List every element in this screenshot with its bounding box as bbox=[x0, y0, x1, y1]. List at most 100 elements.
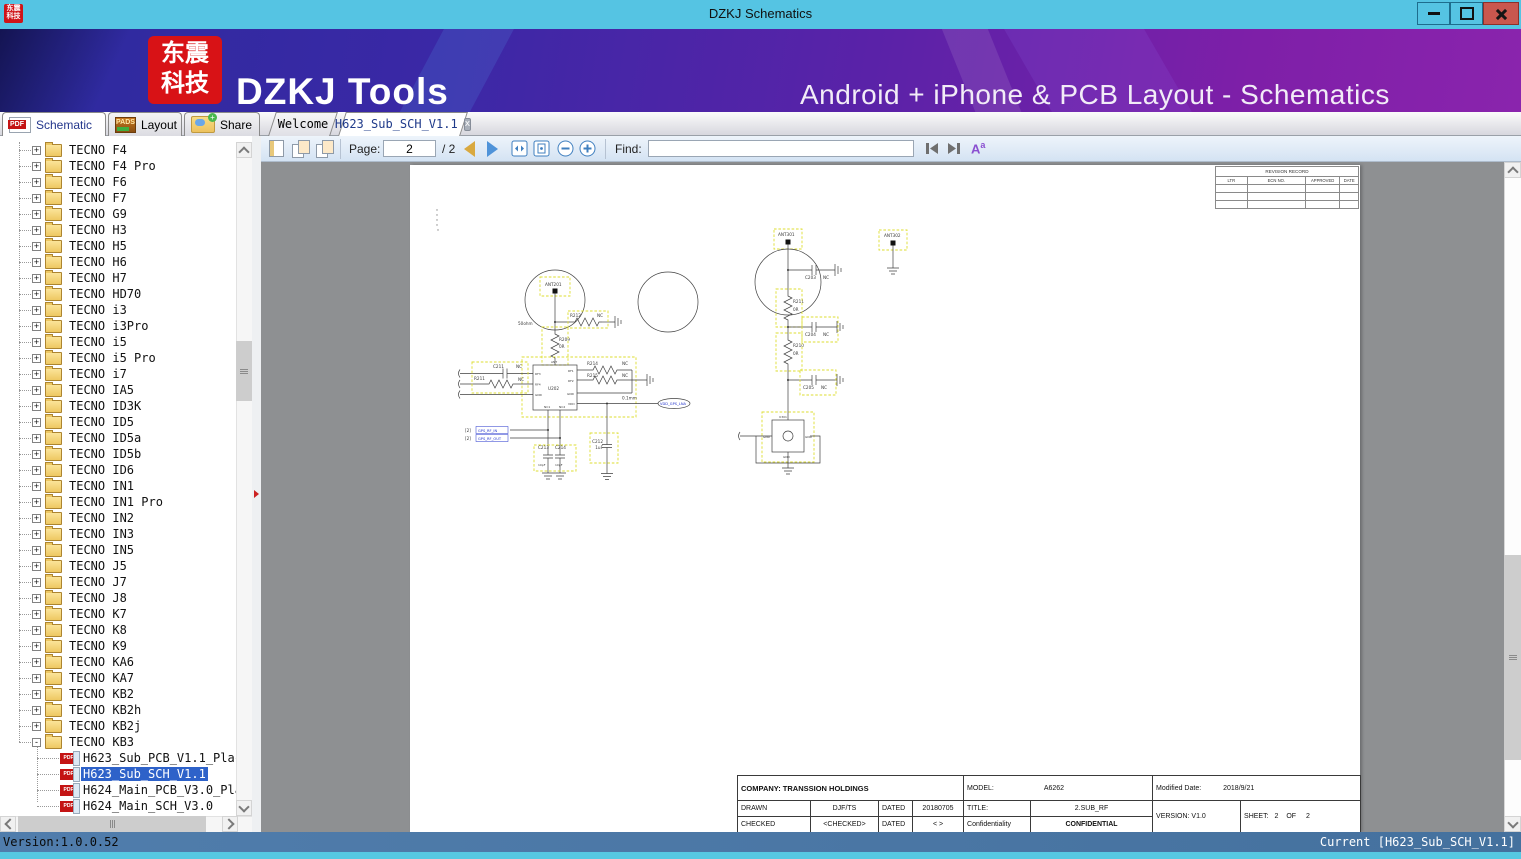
tree-item[interactable]: + TECNO IA5 bbox=[0, 381, 236, 398]
tree-item[interactable]: PDFH624_Main_PCB_V3.0_Placem bbox=[0, 782, 236, 798]
fit-width-button[interactable] bbox=[511, 140, 528, 157]
tree-item[interactable]: - TECNO KB3 bbox=[0, 733, 236, 750]
expand-box-icon[interactable]: + bbox=[32, 273, 41, 283]
expand-box-icon[interactable]: + bbox=[32, 465, 41, 475]
expand-box-icon[interactable]: + bbox=[32, 225, 41, 235]
tree-item[interactable]: + TECNO HD70 bbox=[0, 285, 236, 302]
scroll-up-button[interactable] bbox=[236, 142, 252, 158]
tree-item[interactable]: + TECNO ID6 bbox=[0, 461, 236, 478]
tree-item[interactable]: + TECNO IN1 Pro bbox=[0, 493, 236, 510]
tree-item[interactable]: + TECNO K9 bbox=[0, 637, 236, 654]
expand-box-icon[interactable]: + bbox=[32, 513, 41, 523]
tree-item[interactable]: PDF H623_Sub_SCH_V1.1 bbox=[0, 766, 236, 782]
expand-box-icon[interactable]: + bbox=[32, 433, 41, 443]
expand-box-icon[interactable]: + bbox=[32, 177, 41, 187]
expand-box-icon[interactable]: + bbox=[32, 481, 41, 491]
expand-box-icon[interactable]: + bbox=[32, 337, 41, 347]
document-properties-icon[interactable] bbox=[269, 140, 284, 157]
tree-vscrollbar[interactable] bbox=[236, 142, 252, 816]
expand-box-icon[interactable]: + bbox=[32, 417, 41, 427]
tree-item[interactable]: + TECNO KA7 bbox=[0, 669, 236, 686]
rotate-left-icon[interactable] bbox=[316, 140, 334, 158]
tree-item[interactable]: + TECNO KB2 bbox=[0, 685, 236, 702]
tree-item[interactable]: PDFH623_Sub_PCB_V1.1_Placeme bbox=[0, 750, 236, 766]
tree-item[interactable]: + TECNO ID5b bbox=[0, 445, 236, 462]
tree-hscroll-thumb[interactable] bbox=[18, 816, 206, 832]
tree-item[interactable]: + TECNO J5 bbox=[0, 557, 236, 574]
find-next-icon[interactable] bbox=[946, 142, 962, 155]
tree-item[interactable]: + TECNO G9 bbox=[0, 205, 236, 222]
expand-box-icon[interactable]: + bbox=[32, 593, 41, 603]
tree-item[interactable]: + TECNO ID5a bbox=[0, 429, 236, 446]
tree-item[interactable]: + TECNO F4 Pro bbox=[0, 157, 236, 174]
expand-box-icon[interactable]: + bbox=[32, 529, 41, 539]
expand-box-icon[interactable]: + bbox=[32, 721, 41, 731]
expand-box-icon[interactable]: + bbox=[32, 657, 41, 667]
maximize-button[interactable] bbox=[1450, 2, 1483, 25]
document-viewport[interactable]: ANT201 50ohm R212 NC R209 0R U202 ANT RF… bbox=[261, 162, 1521, 833]
expand-box-icon[interactable]: + bbox=[32, 209, 41, 219]
expand-box-icon[interactable]: + bbox=[32, 353, 41, 363]
match-case-icon[interactable]: Aa bbox=[971, 140, 985, 156]
zoom-out-button[interactable] bbox=[557, 140, 574, 157]
tree-item[interactable]: PDF H624_Main_SCH_V3.0 bbox=[0, 798, 236, 814]
tree-item[interactable]: + TECNO IN1 bbox=[0, 477, 236, 494]
tab-layout[interactable]: PADS Layout bbox=[108, 112, 182, 136]
tree-item[interactable]: + TECNO ID5 bbox=[0, 413, 236, 430]
tree-item[interactable]: + TECNO K7 bbox=[0, 605, 236, 622]
tab-share[interactable]: Share bbox=[184, 112, 260, 136]
find-previous-icon[interactable] bbox=[924, 142, 940, 155]
expand-box-icon[interactable]: + bbox=[32, 641, 41, 651]
expand-box-icon[interactable]: + bbox=[32, 561, 41, 571]
expand-box-icon[interactable]: + bbox=[32, 289, 41, 299]
rotate-right-icon[interactable] bbox=[292, 140, 310, 158]
tree-item[interactable]: + TECNO J8 bbox=[0, 589, 236, 606]
scroll-down-button[interactable] bbox=[236, 800, 252, 816]
expand-box-icon[interactable]: + bbox=[32, 321, 41, 331]
tree-item[interactable]: + TECNO i3Pro bbox=[0, 317, 236, 334]
minimize-button[interactable] bbox=[1417, 2, 1450, 25]
expand-box-icon[interactable]: + bbox=[32, 369, 41, 379]
tree-item[interactable]: + TECNO KB2j bbox=[0, 717, 236, 734]
close-button[interactable] bbox=[1483, 2, 1519, 25]
expand-box-icon[interactable]: + bbox=[32, 705, 41, 715]
expand-box-icon[interactable]: + bbox=[32, 241, 41, 251]
tree-item[interactable]: + TECNO IN2 bbox=[0, 509, 236, 526]
scroll-up-button[interactable] bbox=[1504, 162, 1521, 178]
doc-tab-welcome[interactable]: Welcome bbox=[268, 112, 338, 136]
find-input[interactable] bbox=[648, 140, 914, 157]
tree-item[interactable]: + TECNO F4 bbox=[0, 142, 236, 158]
expand-box-icon[interactable]: + bbox=[32, 577, 41, 587]
scroll-right-button[interactable] bbox=[222, 816, 238, 832]
tree-vscroll-thumb[interactable] bbox=[236, 341, 252, 401]
tree-item[interactable]: + TECNO J7 bbox=[0, 573, 236, 590]
doc-vscroll-thumb[interactable] bbox=[1504, 555, 1521, 760]
tree-item[interactable]: + TECNO H6 bbox=[0, 253, 236, 270]
previous-page-button[interactable] bbox=[464, 141, 475, 157]
tree-item[interactable]: + TECNO H3 bbox=[0, 221, 236, 238]
expand-box-icon[interactable]: + bbox=[32, 545, 41, 555]
tree-item[interactable]: + TECNO F6 bbox=[0, 173, 236, 190]
collapse-box-icon[interactable]: - bbox=[32, 737, 41, 747]
tree-item[interactable]: + TECNO F7 bbox=[0, 189, 236, 206]
doc-tab-current[interactable]: H623_Sub_SCH_V1.1 x bbox=[335, 112, 472, 136]
expand-box-icon[interactable]: + bbox=[32, 401, 41, 411]
expand-box-icon[interactable]: + bbox=[32, 625, 41, 635]
expand-box-icon[interactable]: + bbox=[32, 609, 41, 619]
tree-item[interactable]: + TECNO ID3K bbox=[0, 397, 236, 414]
tree-item[interactable]: + TECNO K8 bbox=[0, 621, 236, 638]
page-number-input[interactable] bbox=[383, 140, 436, 157]
scroll-left-button[interactable] bbox=[0, 816, 16, 832]
tree-item[interactable]: + TECNO KB2h bbox=[0, 701, 236, 718]
tree-item[interactable]: + TECNO IN5 bbox=[0, 541, 236, 558]
tree-item[interactable]: + TECNO H5 bbox=[0, 237, 236, 254]
tree-item[interactable]: + TECNO i5 Pro bbox=[0, 349, 236, 366]
expand-box-icon[interactable]: + bbox=[32, 449, 41, 459]
fit-page-button[interactable] bbox=[533, 140, 550, 157]
tree-item[interactable]: + TECNO i3 bbox=[0, 301, 236, 318]
zoom-in-button[interactable] bbox=[579, 140, 596, 157]
tree-item[interactable]: + TECNO KA6 bbox=[0, 653, 236, 670]
expand-box-icon[interactable]: + bbox=[32, 497, 41, 507]
splitter-collapse-icon[interactable] bbox=[254, 490, 259, 498]
tree-item[interactable]: + TECNO IN3 bbox=[0, 525, 236, 542]
